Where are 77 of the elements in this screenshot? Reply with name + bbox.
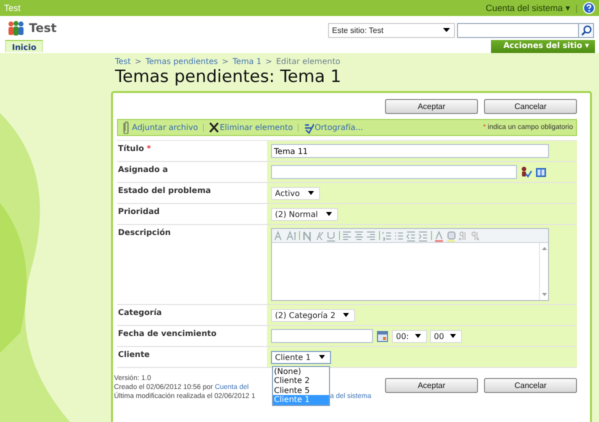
accept-button[interactable]: Aceptar	[385, 378, 478, 393]
align-center-icon	[354, 230, 365, 242]
site-name: Test	[4, 3, 21, 13]
scroll-down-icon	[542, 293, 546, 296]
date-field[interactable]	[271, 329, 373, 343]
breadcrumb-separator: >	[222, 57, 229, 66]
dropdown[interactable]: (2) Normal	[271, 208, 338, 220]
align-right-icon	[366, 230, 377, 242]
search-field[interactable]	[457, 22, 579, 38]
field-label: Título *	[118, 144, 151, 153]
people-field[interactable]	[271, 165, 517, 179]
underline-icon	[326, 230, 337, 242]
dropdown-arrow-icon	[450, 334, 456, 338]
text-field[interactable]: Tema 11	[271, 144, 549, 158]
field-label: Descripción	[118, 228, 171, 237]
breadcrumb-link[interactable]: Tema 1	[232, 57, 262, 66]
scroll-up-icon	[542, 247, 546, 250]
cancel-button[interactable]: Cancelar	[484, 378, 577, 393]
field-label: Estado del problema	[118, 186, 211, 195]
calendar-icon	[377, 330, 388, 342]
breadcrumb-separator: >	[265, 57, 272, 66]
separator: |	[575, 4, 578, 12]
field-label: Cliente	[118, 350, 150, 359]
italic-icon	[314, 230, 325, 242]
field-label: Categoría	[118, 308, 162, 317]
address-book-icon	[535, 166, 547, 178]
bold-icon	[302, 230, 313, 242]
toolbar-separator: |	[202, 123, 205, 132]
field-label: Fecha de vencimiento	[118, 329, 216, 338]
highlight-icon	[446, 230, 457, 242]
accept-button[interactable]: Aceptar	[385, 99, 478, 114]
dropdown-option[interactable]: (None)	[273, 366, 329, 376]
paperclip-icon	[121, 121, 131, 134]
rtl-icon	[470, 230, 481, 242]
breadcrumb-current: Editar elemento	[276, 57, 340, 66]
dropdown-arrow-icon	[308, 191, 314, 195]
dropdown-arrow-icon	[318, 355, 325, 359]
toolbar-link[interactable]: Ortografía...	[304, 121, 364, 134]
breadcrumb-link[interactable]: Temas pendientes	[145, 57, 218, 66]
check-names-icon	[520, 166, 532, 178]
dropdown-option[interactable]: Cliente 5	[273, 386, 329, 395]
page-title: Temas pendientes: Tema 1	[115, 67, 342, 87]
indent-icon	[418, 230, 429, 242]
breadcrumb-link[interactable]: Test	[115, 57, 131, 66]
hour-dropdown[interactable]: 00:	[392, 330, 427, 342]
numbered-list-icon	[382, 230, 393, 242]
toolbar-separator: |	[296, 123, 300, 132]
bullet-list-icon	[394, 230, 405, 242]
dropdown-arrow-icon	[343, 313, 350, 317]
scope-label: Este sitio: Test	[332, 26, 384, 34]
toolbar-link[interactable]: Eliminar elemento	[208, 121, 293, 134]
help-icon	[583, 2, 595, 14]
field-label: Prioridad	[118, 207, 160, 216]
search-icon	[580, 24, 592, 36]
x-icon	[208, 121, 219, 134]
breadcrumb-separator: >	[134, 57, 142, 66]
text-color-icon	[434, 230, 445, 242]
align-left-icon	[342, 230, 353, 242]
dropdown-arrow-icon	[414, 334, 421, 338]
search-button[interactable]	[579, 22, 594, 38]
outdent-icon	[406, 230, 417, 242]
search-scope-select[interactable]: Este sitio: Test	[328, 22, 455, 38]
dropdown-arrow-icon	[443, 28, 450, 32]
dropdown[interactable]: (2) Categoría 2	[271, 308, 356, 322]
cancel-button[interactable]: Cancelar	[484, 99, 577, 114]
toolbar-link[interactable]: Adjuntar archivo	[121, 121, 198, 134]
dropdown-option[interactable]: Cliente 2	[273, 376, 329, 386]
account-menu[interactable]: Cuenta del sistema ▾	[486, 3, 570, 13]
checkmark-icon	[304, 121, 314, 134]
nav-tab[interactable]: Inicio	[5, 40, 44, 52]
minute-dropdown[interactable]: 00	[430, 330, 462, 342]
font-size-icon	[286, 230, 297, 242]
people-icon	[7, 20, 25, 36]
field-label: Asignado a	[118, 165, 168, 174]
dropdown-arrow-icon	[326, 212, 332, 216]
site-title: Test	[29, 21, 57, 35]
dropdown[interactable]: Activo	[271, 186, 320, 200]
